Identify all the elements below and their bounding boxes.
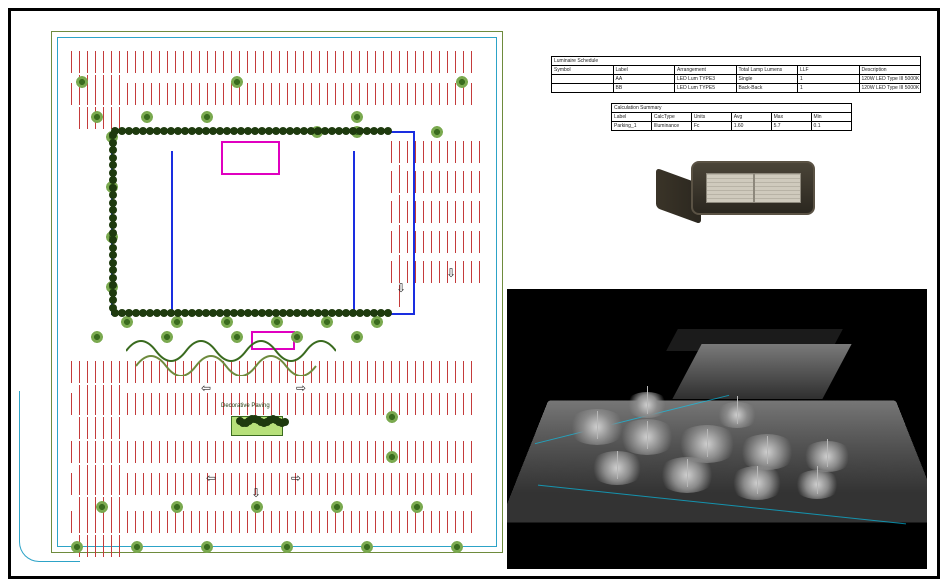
col-header: Min: [811, 113, 851, 122]
col-header: Max: [771, 113, 811, 122]
table-title: Calculation Summary: [612, 104, 852, 113]
flow-arrow-icon: ⇦: [206, 471, 216, 485]
tree-icon: [201, 541, 213, 553]
tree-icon: [386, 411, 398, 423]
parking-row: [391, 231, 482, 253]
shrub-icon: [109, 161, 117, 169]
table-header-row: LabelCalcTypeUnitsAvgMaxMin: [612, 113, 852, 122]
flow-arrow-icon: ⇩: [446, 266, 456, 280]
shrub-icon: [109, 221, 117, 229]
shrub-icon: [109, 296, 117, 304]
table-row: BBLED Lum TYPE5Back-Back1120W LED Type I…: [552, 84, 921, 93]
pole-icon: [827, 439, 828, 467]
fixture-led-array: [706, 173, 801, 203]
pole-icon: [597, 411, 598, 439]
col-header: Units: [691, 113, 731, 122]
shrub-icon: [384, 127, 392, 135]
tree-icon: [171, 501, 183, 513]
pole-icon: [757, 466, 758, 494]
shrub-icon: [109, 176, 117, 184]
shrub-icon: [109, 146, 117, 154]
building-courtyard: [171, 151, 355, 313]
landscape-hatch: [126, 326, 336, 376]
table-header-row: SymbolLabelArrangementTotal Lamp LumensL…: [552, 66, 921, 75]
parking-row: [391, 201, 482, 223]
luminaire-product-image: [651, 151, 821, 241]
render-building: [672, 344, 851, 399]
tree-icon: [131, 541, 143, 553]
parking-row: [71, 473, 478, 495]
tree-icon: [331, 501, 343, 513]
flow-arrow-icon: ⇩: [251, 486, 261, 500]
table-row: AALED Lum TYPE3Single1120W LED Type III …: [552, 75, 921, 84]
flow-arrow-icon: ⇩: [396, 281, 406, 295]
tree-icon: [91, 111, 103, 123]
tree-icon: [411, 501, 423, 513]
shrub-icon: [109, 266, 117, 274]
flow-arrow-icon: ⇨: [296, 381, 306, 395]
shrub-icon: [109, 304, 117, 312]
pole-icon: [617, 451, 618, 479]
parking-row: [391, 171, 482, 193]
tree-icon: [451, 541, 463, 553]
tree-icon: [361, 541, 373, 553]
shrub-icon: [384, 309, 392, 317]
parking-row: [71, 83, 478, 105]
tree-icon: [386, 451, 398, 463]
pole-icon: [687, 459, 688, 487]
col-header: Arrangement: [675, 66, 737, 75]
shrub-icon: [109, 236, 117, 244]
tree-icon: [76, 76, 88, 88]
parking-row: [71, 393, 478, 415]
parking-row: [71, 511, 478, 533]
table-title: Luminaire Schedule: [552, 57, 921, 66]
tree-icon: [91, 331, 103, 343]
tree-icon: [431, 126, 443, 138]
col-header: Label: [613, 66, 675, 75]
tree-icon: [281, 541, 293, 553]
shrub-icon: [109, 251, 117, 259]
drawing-frame: ⇩ ⇩ ⇦ ⇨ ⇦ ⇨ ⇩ Decorative Paving Luminair…: [8, 8, 940, 579]
tree-icon: [201, 111, 213, 123]
pole-icon: [647, 386, 648, 414]
tree-icon: [456, 76, 468, 88]
flow-arrow-icon: ⇨: [291, 471, 301, 485]
canopy-feature: [221, 141, 280, 175]
pole-icon: [817, 466, 818, 494]
shrub-icon: [109, 191, 117, 199]
tree-icon: [96, 501, 108, 513]
table-row: Parking_1IlluminanceFc1.605.70.1: [612, 122, 852, 131]
flow-arrow-icon: ⇦: [201, 381, 211, 395]
pole-icon: [737, 396, 738, 424]
parking-row: [391, 261, 482, 283]
col-header: Description: [859, 66, 921, 75]
schedule-tables: Luminaire Schedule SymbolLabelArrangemen…: [551, 56, 921, 141]
pole-icon: [647, 421, 648, 449]
photometric-render: [507, 289, 927, 569]
col-header: Label: [612, 113, 652, 122]
tree-icon: [351, 111, 363, 123]
tree-icon: [351, 331, 363, 343]
pole-icon: [767, 436, 768, 464]
parking-row: [71, 441, 478, 463]
parking-row: [391, 141, 482, 163]
site-plan: ⇩ ⇩ ⇦ ⇨ ⇦ ⇨ ⇩ Decorative Paving: [51, 31, 501, 561]
tree-icon: [251, 501, 263, 513]
col-header: Total Lamp Lumens: [736, 66, 798, 75]
tree-icon: [231, 76, 243, 88]
col-header: CalcType: [651, 113, 691, 122]
col-header: LLF: [798, 66, 860, 75]
luminaire-schedule-table: Luminaire Schedule SymbolLabelArrangemen…: [551, 56, 921, 93]
col-header: Symbol: [552, 66, 614, 75]
shrub-icon: [109, 281, 117, 289]
parking-row: [71, 51, 478, 73]
landscape-label: Decorative Paving: [221, 403, 270, 409]
pole-icon: [707, 429, 708, 457]
tree-icon: [71, 541, 83, 553]
tree-icon: [141, 111, 153, 123]
col-header: Avg: [731, 113, 771, 122]
calculation-summary-table: Calculation Summary LabelCalcTypeUnitsAv…: [611, 103, 852, 131]
shrub-icon: [109, 206, 117, 214]
tree-icon: [371, 316, 383, 328]
